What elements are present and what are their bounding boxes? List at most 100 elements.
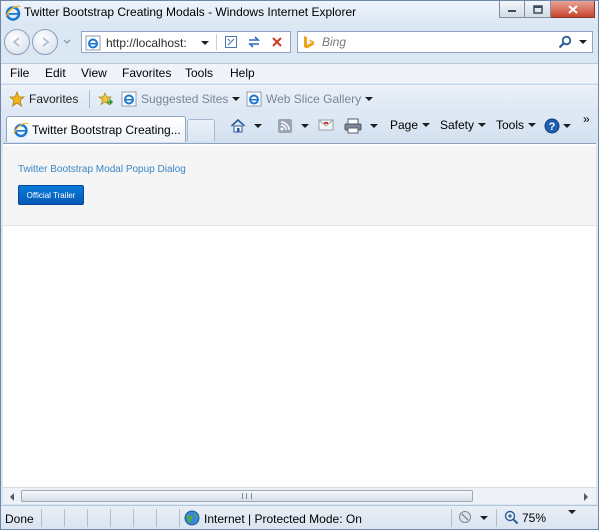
home-icon (230, 118, 246, 133)
compatibility-view-icon (225, 36, 237, 48)
stop-icon (272, 37, 282, 47)
divider (89, 90, 90, 108)
recent-pages-dropdown[interactable] (62, 37, 72, 47)
horizontal-scrollbar[interactable] (3, 487, 596, 504)
menu-file[interactable]: File (10, 66, 29, 80)
maximize-button[interactable] (525, 1, 551, 18)
zoom-button[interactable]: 75% (504, 510, 546, 525)
minimize-icon (508, 10, 516, 12)
page-menu-label: Page (390, 118, 419, 132)
grip-icon (242, 493, 252, 499)
refresh-button[interactable] (243, 33, 265, 51)
safety-menu-label: Safety (440, 118, 475, 132)
ie-logo-icon (13, 122, 29, 138)
divider (451, 509, 452, 527)
menu-view[interactable]: View (81, 66, 107, 80)
popup-blocker-button[interactable] (458, 510, 488, 526)
ie-page-icon (121, 91, 137, 107)
compatibility-view-button[interactable] (220, 33, 242, 51)
tab-title: Twitter Bootstrap Creating... (32, 123, 181, 137)
divider (133, 509, 134, 527)
add-to-favorites-bar-button[interactable] (97, 91, 117, 107)
web-slice-gallery-link[interactable]: Web Slice Gallery (246, 91, 374, 107)
back-button[interactable] (4, 29, 30, 55)
ie-logo-icon (5, 5, 21, 21)
stop-button[interactable] (266, 33, 288, 51)
search-icon[interactable] (558, 35, 572, 49)
divider (156, 509, 157, 527)
page-viewport: Twitter Bootstrap Modal Popup Dialog Off… (3, 143, 596, 487)
menu-favorites[interactable]: Favorites (122, 66, 171, 80)
favorites-label: Favorites (29, 92, 79, 106)
protected-mode-icon (459, 511, 471, 523)
feeds-button[interactable] (277, 118, 309, 134)
forward-button[interactable] (32, 29, 58, 55)
divider (64, 509, 65, 527)
dropdown-arrow-icon (254, 124, 262, 128)
chevron-down-icon (63, 39, 71, 44)
search-input[interactable] (322, 34, 552, 50)
favorites-bar: Favorites Suggested Sites Web Slice Gall… (1, 84, 598, 112)
page-header: Twitter Bootstrap Modal Popup Dialog Off… (3, 146, 596, 226)
zoom-dropdown[interactable] (564, 510, 576, 514)
dropdown-arrow-icon (301, 124, 309, 128)
security-zone-text[interactable]: Internet | Protected Mode: On (204, 512, 362, 526)
menu-tools[interactable]: Tools (185, 66, 213, 80)
suggested-sites-link[interactable]: Suggested Sites (121, 91, 241, 107)
ie-page-icon (246, 91, 262, 107)
dropdown-arrow-icon (422, 123, 431, 127)
suggested-sites-label: Suggested Sites (141, 92, 229, 106)
dropdown-arrow-icon (568, 510, 576, 514)
safety-menu-button[interactable]: Safety (440, 118, 487, 132)
search-options-dropdown[interactable] (578, 35, 588, 49)
dropdown-arrow-icon (563, 124, 571, 128)
menu-edit[interactable]: Edit (45, 66, 66, 80)
menu-bar: File Edit View Favorites Tools Help (1, 63, 598, 83)
page-heading-link[interactable]: Twitter Bootstrap Modal Popup Dialog (18, 164, 186, 175)
scroll-thumb[interactable] (21, 490, 473, 502)
dropdown-arrow-icon (528, 123, 537, 127)
tab-active[interactable]: Twitter Bootstrap Creating... (6, 116, 186, 142)
dropdown-arrow-icon (579, 40, 587, 44)
window-controls (499, 1, 595, 19)
home-button[interactable] (230, 118, 262, 134)
help-icon: ? (544, 118, 560, 134)
new-tab-button[interactable] (187, 119, 215, 141)
left-arrow-icon (10, 492, 14, 501)
official-trailer-button[interactable]: Official Trailer (18, 185, 84, 205)
address-row: http://localhost: (1, 27, 598, 59)
close-window-button[interactable] (551, 1, 595, 18)
title-bar: Twitter Bootstrap Creating Modals - Wind… (1, 1, 598, 25)
tools-menu-label: Tools (496, 118, 525, 132)
rss-feed-icon (278, 119, 292, 133)
help-button[interactable]: ? (544, 118, 571, 134)
internet-zone-globe-icon (184, 510, 200, 526)
browser-window: Twitter Bootstrap Creating Modals - Wind… (0, 0, 599, 530)
address-url: http://localhost: (106, 36, 187, 50)
favorites-button[interactable]: Favorites (9, 91, 78, 107)
dropdown-arrow-icon (365, 97, 374, 101)
address-bar[interactable]: http://localhost: (81, 31, 291, 53)
command-bar-overflow[interactable]: » (583, 112, 590, 126)
divider (110, 509, 111, 527)
tools-menu-button[interactable]: Tools (496, 118, 537, 132)
divider (496, 509, 497, 527)
print-button[interactable] (344, 118, 378, 134)
right-arrow-icon (584, 492, 588, 501)
mail-icon (318, 119, 334, 131)
page-menu-button[interactable]: Page (390, 118, 431, 132)
scroll-right-button[interactable] (580, 491, 592, 502)
menu-help[interactable]: Help (230, 66, 255, 80)
dropdown-arrow-icon (232, 97, 241, 101)
svg-text:?: ? (549, 121, 556, 133)
close-icon (567, 4, 578, 14)
scroll-left-button[interactable] (6, 491, 18, 502)
address-dropdown[interactable] (198, 35, 212, 51)
web-slice-gallery-label: Web Slice Gallery (266, 92, 362, 106)
minimize-button[interactable] (499, 1, 525, 18)
status-text: Done (5, 512, 34, 526)
back-arrow-icon (12, 37, 20, 47)
search-box[interactable] (297, 31, 593, 53)
read-mail-button[interactable] (318, 118, 334, 132)
divider (179, 509, 180, 527)
